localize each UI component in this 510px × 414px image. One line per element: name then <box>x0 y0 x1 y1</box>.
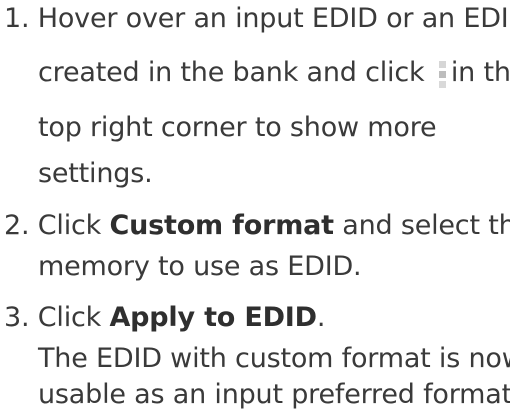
step-1-line-2: created in the bank and click in the <box>38 55 510 91</box>
step-3-text-after: . <box>316 302 326 333</box>
step-2-line-2: memory to use as EDID. <box>38 249 362 285</box>
more-options-icon <box>435 55 449 91</box>
step-3-result-text-1: The EDID with custom format is now <box>38 343 510 374</box>
step-2-line-1: 2. Click Custom format and select the <box>4 208 510 244</box>
step-3-number: 3. <box>4 302 30 333</box>
step-1-text-line-4: settings. <box>38 158 153 189</box>
step-1-text-line-3: top right corner to show more <box>38 112 437 143</box>
step-3-result-line-1: The EDID with custom format is now <box>38 341 510 377</box>
step-1-number: 1. <box>4 3 30 34</box>
step-1-line-4: settings. <box>38 156 153 192</box>
step-1-line-3: top right corner to show more <box>38 110 437 146</box>
step-3-result-text-2: usable as an input preferred format. <box>38 379 510 410</box>
step-3-text-before: Click <box>37 302 110 333</box>
step-2-number: 2. <box>4 210 30 241</box>
step-2-text-line-2: memory to use as EDID. <box>38 251 362 282</box>
step-2-text-after: and select the <box>342 210 510 241</box>
step-1-text-line-2b: in the <box>450 57 510 88</box>
apply-to-edid-label: Apply to EDID <box>109 302 317 333</box>
step-2-text-before: Click <box>37 210 110 241</box>
step-1-line-1: 1. Hover over an input EDID or an EDID <box>4 1 510 37</box>
step-3-line-1: 3. Click Apply to EDID. <box>4 300 325 336</box>
instructions-document: 1. Hover over an input EDID or an EDID c… <box>0 0 510 414</box>
custom-format-label: Custom format <box>109 210 334 241</box>
step-1-text-line-1: Hover over an input EDID or an EDID <box>37 3 510 34</box>
step-1-text-line-2a: created in the bank and click <box>38 57 425 88</box>
step-3-result-line-2: usable as an input preferred format. <box>38 377 510 413</box>
